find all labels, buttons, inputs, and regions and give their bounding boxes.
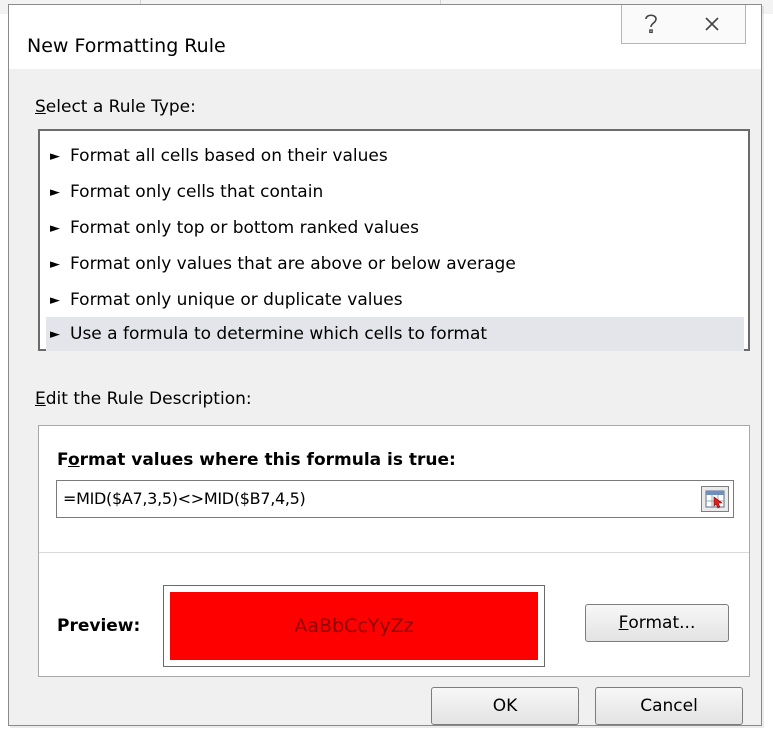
arrow-right-icon: ►	[50, 292, 60, 308]
preview-frame: AaBbCcYyZz	[163, 585, 545, 667]
formula-value: =MID($A7,3,5)<>MID($B7,4,5)	[63, 489, 306, 508]
cancel-button[interactable]: Cancel	[595, 687, 743, 725]
format-button[interactable]: Format...	[585, 604, 729, 642]
help-button[interactable]	[621, 5, 681, 44]
question-mark-icon	[643, 13, 659, 35]
rule-type-item[interactable]: ► Format all cells based on their values	[46, 139, 744, 173]
divider	[39, 552, 749, 553]
rule-type-item-selected[interactable]: ► Use a formula to determine which cells…	[46, 317, 744, 351]
arrow-right-icon: ►	[50, 220, 60, 236]
arrow-right-icon: ►	[50, 184, 60, 200]
arrow-right-icon: ►	[50, 148, 60, 164]
title-bar: New Formatting Rule	[9, 5, 761, 69]
close-button[interactable]	[679, 5, 746, 44]
formula-heading: Format values where this formula is true…	[57, 450, 456, 470]
preview-label: Preview:	[57, 616, 141, 636]
edit-rule-description-label: Edit the Rule Description:	[35, 389, 252, 409]
rule-type-item[interactable]: ► Format only cells that contain	[46, 175, 744, 209]
select-rule-type-label: Select a Rule Type:	[35, 97, 196, 117]
rule-type-item[interactable]: ► Format only unique or duplicate values	[46, 283, 744, 317]
range-select-icon	[702, 490, 728, 515]
dialog-title: New Formatting Rule	[27, 35, 226, 57]
new-formatting-rule-dialog: New Formatting Rule Select a Rule Type: …	[8, 4, 762, 726]
preview-swatch: AaBbCcYyZz	[170, 592, 538, 660]
rule-type-item[interactable]: ► Format only top or bottom ranked value…	[46, 211, 744, 245]
rule-type-list[interactable]: ► Format all cells based on their values…	[38, 129, 750, 351]
ok-button[interactable]: OK	[431, 687, 579, 725]
arrow-right-icon: ►	[50, 256, 60, 272]
range-select-button[interactable]	[701, 486, 729, 512]
rule-type-item[interactable]: ► Format only values that are above or b…	[46, 247, 744, 281]
arrow-right-icon: ►	[50, 326, 60, 342]
close-x-icon	[704, 16, 720, 32]
formula-input[interactable]: =MID($A7,3,5)<>MID($B7,4,5)	[56, 480, 734, 518]
